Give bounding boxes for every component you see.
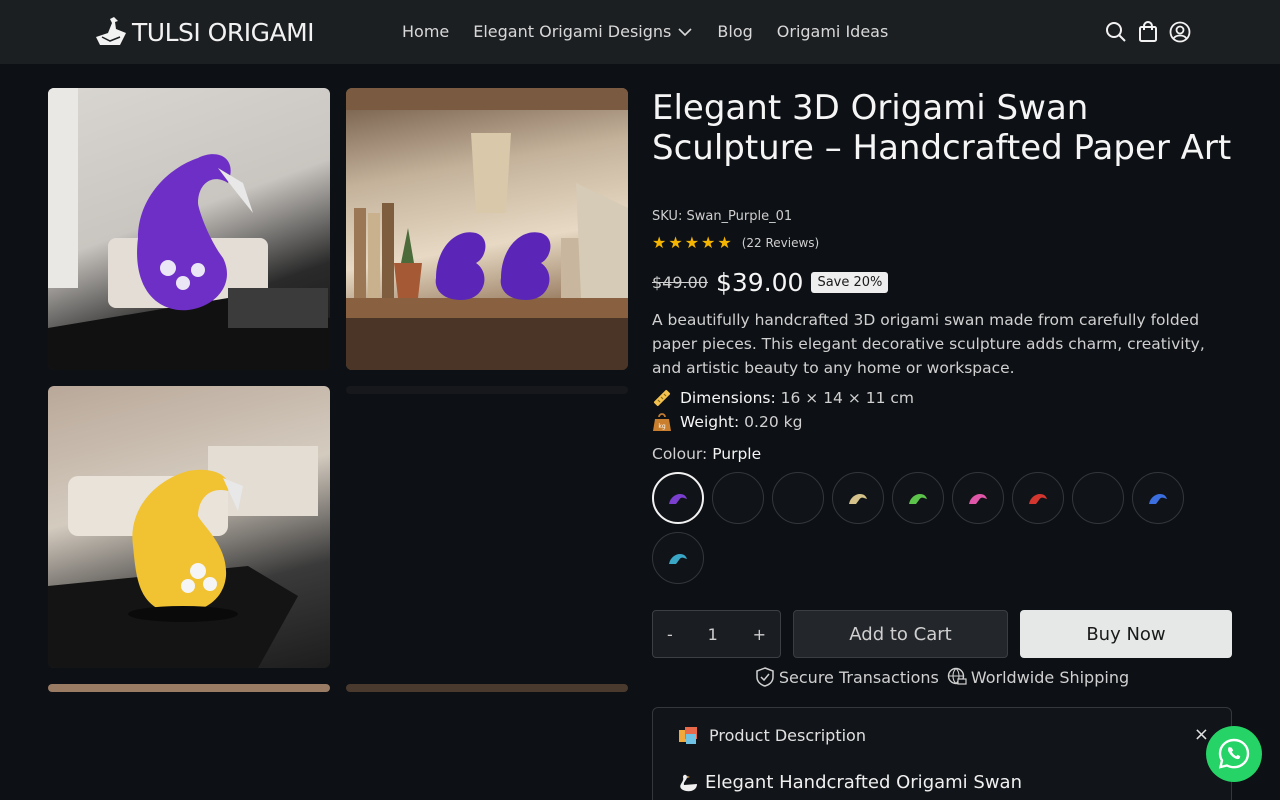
- account-icon[interactable]: [1168, 20, 1192, 44]
- svg-text:kg: kg: [658, 423, 665, 430]
- trust-badges: Secure Transactions Worldwide Shipping: [652, 667, 1232, 687]
- cart-bag-icon[interactable]: [1136, 20, 1160, 44]
- colour-swatch-4[interactable]: [832, 472, 884, 524]
- colour-swatches: [652, 472, 1232, 584]
- colour-swatch-10[interactable]: [652, 532, 704, 584]
- product-rating[interactable]: ★ ★ ★ ★ ★ (22 Reviews): [652, 234, 819, 252]
- dimensions-value: 16 × 14 × 11 cm: [780, 389, 915, 407]
- buy-now-button[interactable]: Buy Now: [1020, 610, 1232, 658]
- swan-swatch-icon: [1029, 494, 1047, 504]
- globe-shipping-icon: [947, 667, 967, 685]
- product-image-two-purple-swans-shelf[interactable]: [346, 88, 628, 370]
- close-icon[interactable]: ×: [1194, 724, 1209, 745]
- product-short-description: A beautifully handcrafted 3D origami swa…: [652, 311, 1205, 377]
- nav-ideas-label: Origami Ideas: [776, 22, 889, 41]
- colour-swatch-1[interactable]: [652, 472, 704, 524]
- swan-swatch-icon: [669, 554, 687, 564]
- worldwide-shipping-label: Worldwide Shipping: [970, 667, 1130, 687]
- nav-origami-ideas[interactable]: Origami Ideas: [777, 20, 889, 44]
- sku-label: SKU:: [652, 209, 683, 224]
- colour-swatch-5[interactable]: [892, 472, 944, 524]
- old-price: $49.00: [652, 273, 708, 292]
- swan-swatch-icon: [1149, 494, 1167, 504]
- quantity-decrease-button[interactable]: -: [667, 625, 673, 644]
- accordion-subheading-text: Elegant Handcrafted Origami Swan: [705, 772, 1022, 793]
- accordion-title: Product Description: [709, 725, 866, 745]
- swan-logo-icon: [96, 17, 126, 45]
- swan-icon: [680, 774, 697, 791]
- product-description-accordion: Product Description × Elegant Handcrafte…: [652, 707, 1232, 800]
- search-icon[interactable]: [1104, 20, 1128, 44]
- whatsapp-icon: [1218, 738, 1250, 769]
- colour-swatch-6[interactable]: [952, 472, 1004, 524]
- colour-swatch-8[interactable]: [1072, 472, 1124, 524]
- product-image-yellow-swan-table[interactable]: [48, 386, 330, 668]
- weight-value: 0.20 kg: [744, 413, 803, 431]
- nav-designs-label: Elegant Origami Designs: [473, 22, 672, 41]
- two-swans-illustration: [346, 88, 628, 370]
- colour-label-text: Colour:: [652, 445, 708, 463]
- colour-swatch-7[interactable]: [1012, 472, 1064, 524]
- colour-swatch-9[interactable]: [1132, 472, 1184, 524]
- weight-row: kg Weight: 0.20 kg: [652, 412, 802, 432]
- yellow-swan-illustration: [48, 446, 318, 668]
- colour-swatch-2[interactable]: [712, 472, 764, 524]
- header-actions: [1104, 20, 1192, 44]
- swan-swatch-icon: [849, 494, 867, 504]
- current-price: $39.00: [715, 268, 804, 297]
- swan-swatch-icon: [969, 494, 987, 504]
- nav-blog[interactable]: Blog: [717, 20, 752, 44]
- site-logo[interactable]: TULSI ORIGAMI: [96, 14, 315, 50]
- swan-swatch-icon: [909, 494, 927, 504]
- nav-home[interactable]: Home: [402, 20, 449, 44]
- secure-transactions-label: Secure Transactions: [778, 667, 939, 687]
- save-badge: Save 20%: [811, 272, 889, 293]
- site-header: TULSI ORIGAMI Home Elegant Origami Desig…: [0, 0, 1280, 64]
- ruler-icon: [653, 389, 671, 407]
- chevron-down-icon: [678, 28, 692, 37]
- nav-elegant-origami-designs[interactable]: Elegant Origami Designs: [473, 20, 693, 44]
- price-block: $49.00 $39.00 Save 20%: [652, 268, 889, 297]
- quantity-increase-button[interactable]: +: [753, 625, 766, 644]
- quantity-input[interactable]: 1: [708, 625, 718, 644]
- logo-text: TULSI ORIGAMI: [132, 17, 315, 47]
- product-image-partial-5[interactable]: [48, 684, 330, 692]
- nav-blog-label: Blog: [717, 22, 753, 41]
- review-count[interactable]: (22 Reviews): [742, 236, 820, 250]
- colour-label: Colour: Purple: [652, 445, 761, 463]
- star-icon: ★: [668, 233, 683, 252]
- quantity-stepper: - 1 +: [652, 610, 781, 658]
- purple-swan-illustration: [48, 88, 330, 370]
- product-image-partial-6[interactable]: [346, 684, 628, 692]
- product-title: Elegant 3D Origami Swan Sculpture – Hand…: [652, 88, 1232, 168]
- star-icon: ★: [717, 233, 732, 252]
- accordion-subheading: Elegant Handcrafted Origami Swan: [677, 772, 1022, 793]
- secure-transactions-badge: Secure Transactions: [755, 667, 939, 687]
- product-image-dark-partial[interactable]: [346, 386, 628, 394]
- colour-selected-value: Purple: [712, 445, 762, 463]
- sku-value: Swan_Purple_01: [686, 209, 793, 224]
- shield-check-icon: [756, 667, 774, 687]
- product-sku: SKU: Swan_Purple_01: [652, 209, 792, 224]
- accordion-header[interactable]: Product Description: [677, 724, 866, 746]
- product-image-purple-swan-living-room[interactable]: [48, 88, 330, 370]
- weight-label: Weight:: [680, 413, 740, 431]
- nav-home-label: Home: [402, 22, 450, 41]
- star-icon: ★: [652, 233, 667, 252]
- star-icon: ★: [701, 233, 716, 252]
- weight-icon: kg: [653, 413, 671, 431]
- colour-swatch-3[interactable]: [772, 472, 824, 524]
- dimensions-label: Dimensions:: [680, 389, 776, 407]
- star-icon: ★: [684, 233, 700, 252]
- package-icon: [679, 727, 697, 744]
- add-to-cart-button[interactable]: Add to Cart: [793, 610, 1008, 658]
- dimensions-row: Dimensions: 16 × 14 × 11 cm: [652, 388, 914, 408]
- swan-swatch-icon: [669, 494, 687, 504]
- worldwide-shipping-badge: Worldwide Shipping: [947, 667, 1129, 687]
- whatsapp-chat-button[interactable]: [1206, 726, 1262, 782]
- main-nav: Home Elegant Origami Designs Blog Origam…: [402, 20, 888, 44]
